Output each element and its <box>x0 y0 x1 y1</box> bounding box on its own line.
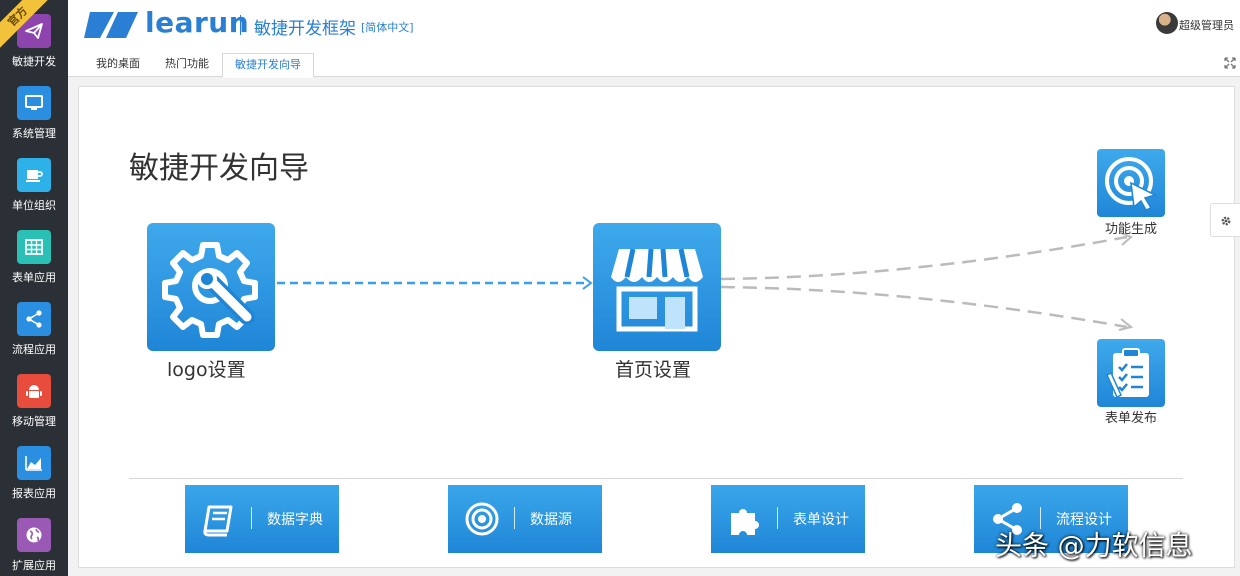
sidebar-item-mobile[interactable]: 移动管理 <box>0 360 68 432</box>
monitor-icon <box>17 86 51 120</box>
homepage-setting-tile[interactable] <box>593 223 721 351</box>
app-header: learun 敏捷开发框架 [简体中文] 超级管理员 <box>68 0 1240 50</box>
function-generation-label: 功能生成 <box>1105 222 1158 237</box>
book-icon <box>203 505 233 537</box>
sidebar-item-org[interactable]: 单位组织 <box>0 144 68 216</box>
sidebar-item-label: 系统管理 <box>12 127 56 140</box>
clipboard-checklist-icon <box>1106 348 1149 399</box>
language-link[interactable]: [简体中文] <box>361 19 414 35</box>
logo-text: learun <box>145 6 250 39</box>
sidebar-item-label: 流程应用 <box>12 343 56 356</box>
button-label: 表单设计 <box>793 512 849 528</box>
sidebar-item-form-app[interactable]: 表单应用 <box>0 216 68 288</box>
gear-wrench-icon <box>162 242 258 338</box>
sidebar-item-label: 单位组织 <box>12 199 56 212</box>
guide-panel: 敏捷开发向导 logo设置 首页设置 功能生成 表单发布 数据字典 数据源 表单… <box>78 86 1235 568</box>
sidebar-item-reports[interactable]: 报表应用 <box>0 432 68 504</box>
button-separator <box>251 507 252 529</box>
homepage-setting-label: 首页设置 <box>615 359 692 381</box>
android-icon <box>17 374 51 408</box>
avatar[interactable] <box>1156 12 1178 34</box>
tab-hot-features[interactable]: 热门功能 <box>153 53 221 77</box>
logo-setting-tile[interactable] <box>147 223 275 351</box>
logo-setting-label: logo设置 <box>167 359 246 381</box>
sidebar-item-label: 移动管理 <box>12 415 56 428</box>
puzzle-icon <box>731 509 759 535</box>
watermark: 头条 @力软信息 <box>995 531 1193 562</box>
button-separator <box>514 507 515 529</box>
target-cursor-icon <box>1105 157 1158 211</box>
gear-icon <box>1221 216 1231 226</box>
form-publish-tile[interactable] <box>1097 339 1165 407</box>
sidebar-item-label: 扩展应用 <box>12 559 56 572</box>
area-chart-icon <box>17 446 51 480</box>
button-label: 数据字典 <box>267 512 323 528</box>
storefront-icon <box>611 248 703 332</box>
table-grid-icon <box>17 230 51 264</box>
sidebar: 官方 敏捷开发 系统管理 单位组织 表单应用 流程应用 移动管理 报表应用 扩展… <box>0 0 68 576</box>
tab-my-desktop[interactable]: 我的桌面 <box>84 53 152 77</box>
learun-logo-icon <box>84 12 138 38</box>
share-nodes-icon <box>17 302 51 336</box>
tab-bar: 我的桌面 热门功能 敏捷开发向导 <box>68 50 1240 78</box>
form-publish-label: 表单发布 <box>1105 411 1158 426</box>
logo-separator <box>240 15 241 35</box>
sidebar-item-extensions[interactable]: 扩展应用 <box>0 504 68 576</box>
sidebar-item-workflow[interactable]: 流程应用 <box>0 288 68 360</box>
fullscreen-icon[interactable] <box>1224 57 1236 69</box>
tab-agile-guide[interactable]: 敏捷开发向导 <box>222 53 314 78</box>
sidebar-item-label: 敏捷开发 <box>12 55 56 68</box>
sidebar-item-label: 表单应用 <box>12 271 56 284</box>
sidebar-item-label: 报表应用 <box>12 487 56 500</box>
button-separator <box>777 507 778 529</box>
user-name[interactable]: 超级管理员 <box>1179 17 1234 33</box>
button-label: 数据源 <box>530 512 572 528</box>
divider <box>129 478 1183 479</box>
data-source-button[interactable]: 数据源 <box>448 485 602 553</box>
target-rings-icon <box>465 502 499 536</box>
data-dictionary-button[interactable]: 数据字典 <box>185 485 339 553</box>
globe-icon <box>17 518 51 552</box>
function-generation-tile[interactable] <box>1097 149 1165 217</box>
coffee-cup-icon <box>17 158 51 192</box>
sidebar-item-system[interactable]: 系统管理 <box>0 72 68 144</box>
framework-title: 敏捷开发框架 <box>254 19 356 39</box>
settings-side-tab[interactable] <box>1210 203 1240 237</box>
form-design-button[interactable]: 表单设计 <box>711 485 865 553</box>
